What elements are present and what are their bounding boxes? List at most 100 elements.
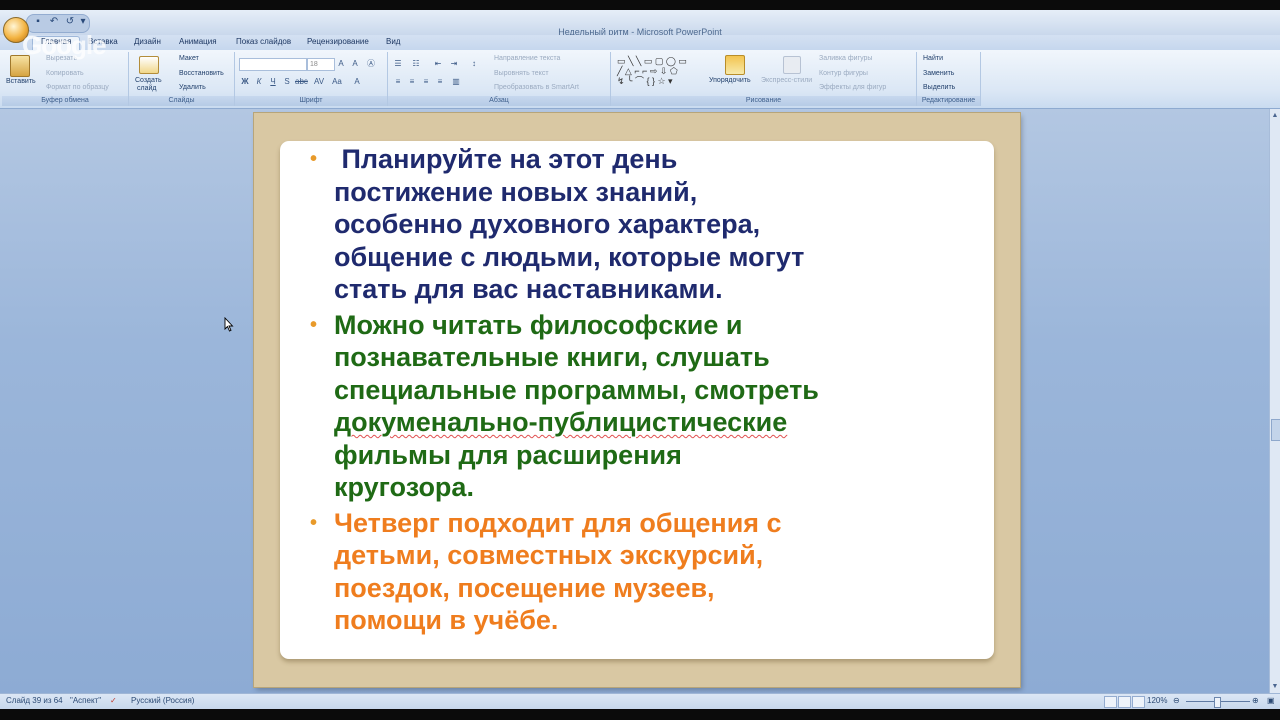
- shadow-icon[interactable]: S: [281, 76, 293, 87]
- save-icon[interactable]: ▪: [31, 15, 45, 29]
- google-watermark: Google: [22, 30, 107, 60]
- quick-styles-icon[interactable]: [783, 56, 801, 74]
- bullet-3-line-2: детьми, совместных экскурсий,: [334, 540, 764, 570]
- decrease-indent-icon[interactable]: ⇤: [432, 58, 444, 69]
- bullet-list: • Планируйте на этот день постижение нов…: [310, 143, 980, 637]
- align-center-icon[interactable]: ≡: [406, 76, 418, 87]
- font-label: Шрифт: [235, 96, 387, 106]
- align-left-icon[interactable]: ≡: [392, 76, 404, 87]
- italic-icon[interactable]: К: [253, 76, 265, 87]
- paste-button[interactable]: Вставить: [6, 78, 36, 85]
- tab-slideshow[interactable]: Показ слайдов: [236, 37, 291, 46]
- clipboard-label: Буфер обмена: [2, 96, 128, 106]
- font-size-field[interactable]: 18: [307, 58, 335, 71]
- scroll-up-icon[interactable]: ▲: [1271, 111, 1279, 120]
- quick-styles-button[interactable]: Экспресс-стили: [761, 77, 812, 84]
- fit-to-window-icon[interactable]: ▣: [1267, 696, 1275, 705]
- numbering-icon[interactable]: ☷: [410, 58, 422, 69]
- bullet-3-line-4: помощи в учёбе.: [334, 605, 559, 635]
- normal-view-icon[interactable]: [1104, 696, 1117, 708]
- text-direction-button[interactable]: Направление текста: [494, 55, 560, 62]
- bullet-1-line-3: особенно духовного характера,: [334, 209, 761, 239]
- slide-sorter-icon[interactable]: [1118, 696, 1131, 708]
- redo-icon[interactable]: ↺: [63, 15, 77, 29]
- smartart-button[interactable]: Преобразовать в SmartArt: [494, 84, 579, 91]
- bullet-dot-icon: •: [310, 313, 318, 336]
- delete-button[interactable]: Удалить: [179, 84, 206, 91]
- grow-font-icon[interactable]: A: [335, 58, 347, 69]
- columns-icon[interactable]: ▥: [450, 76, 462, 87]
- slides-label: Слайды: [129, 96, 234, 106]
- bullet-2-line-5: фильмы для расширения: [334, 439, 682, 470]
- tab-view[interactable]: Вид: [386, 37, 400, 46]
- slide[interactable]: • Планируйте на этот день постижение нов…: [254, 113, 1020, 687]
- bullet-2-line-3: специальные программы, смотреть: [334, 374, 819, 405]
- bullet-item-3: • Четверг подходит для общения с детьми,…: [310, 507, 980, 637]
- vertical-scrollbar[interactable]: ▲ ▼: [1269, 109, 1280, 693]
- shapes-gallery[interactable]: ▭ ╲ ╲ ▭ ▢ ◯ ▭ ╱ △ ⌐ ⌐ ⇨ ⇩ ⬠ ↯ ╰ ⌒ { } ☆ ▾: [617, 56, 687, 86]
- font-group: 18 A A Ⓐ Ж К Ч S abc AV Aa A Шрифт: [235, 52, 388, 106]
- bullet-item-2: • Можно читать философские и познаватель…: [310, 309, 980, 504]
- new-slide-label-2[interactable]: слайд: [137, 85, 156, 92]
- justify-icon[interactable]: ≡: [434, 76, 446, 87]
- editing-group: Найти Заменить Выделить Редактирование: [917, 52, 981, 106]
- zoom-out-icon[interactable]: ⊖: [1173, 696, 1180, 705]
- paragraph-label: Абзац: [388, 96, 610, 106]
- bullet-3-line-3: поездок, посещение музеев,: [334, 572, 715, 603]
- bullets-icon[interactable]: ☰: [392, 58, 404, 69]
- scroll-thumb[interactable]: [1271, 419, 1280, 441]
- copy-button[interactable]: Копировать: [46, 70, 84, 77]
- strikethrough-icon[interactable]: abc: [295, 76, 308, 87]
- dropdown-icon[interactable]: ▾: [79, 15, 87, 29]
- tab-animation[interactable]: Анимация: [179, 37, 217, 46]
- ribbon: Вставить Вырезать Копировать Формат по о…: [0, 50, 1280, 109]
- bullet-1-line-5: стать для вас наставниками.: [334, 274, 723, 304]
- zoom-slider-thumb[interactable]: [1214, 697, 1221, 708]
- zoom-in-icon[interactable]: ⊕: [1252, 696, 1259, 705]
- find-button[interactable]: Найти: [923, 55, 943, 62]
- bullet-1-line-2: постижение новых знаний,: [334, 176, 698, 207]
- bullet-1-line-1: Планируйте на этот день: [334, 144, 678, 174]
- change-case-icon[interactable]: Aa: [331, 76, 343, 87]
- language-indicator[interactable]: Русский (Россия): [131, 696, 194, 705]
- align-text-button[interactable]: Выровнять текст: [494, 70, 549, 77]
- underline-icon[interactable]: Ч: [267, 76, 279, 87]
- bold-icon[interactable]: Ж: [239, 76, 251, 87]
- new-slide-icon[interactable]: [139, 56, 159, 74]
- tab-review[interactable]: Рецензирование: [307, 37, 369, 46]
- arrange-button[interactable]: Упорядочить: [709, 77, 751, 84]
- select-button[interactable]: Выделить: [923, 84, 955, 91]
- replace-button[interactable]: Заменить: [923, 70, 954, 77]
- bullet-dot-icon: •: [310, 148, 318, 170]
- shrink-font-icon[interactable]: A: [349, 58, 361, 69]
- increase-indent-icon[interactable]: ⇥: [448, 58, 460, 69]
- tab-design[interactable]: Дизайн: [134, 37, 161, 46]
- shape-outline-button[interactable]: Контур фигуры: [819, 70, 868, 77]
- slideshow-view-icon[interactable]: [1132, 696, 1145, 708]
- undo-icon[interactable]: ↶: [47, 15, 61, 29]
- font-color-icon[interactable]: A: [351, 76, 363, 87]
- drawing-group: ▭ ╲ ╲ ▭ ▢ ◯ ▭ ╱ △ ⌐ ⌐ ⇨ ⇩ ⬠ ↯ ╰ ⌒ { } ☆ ▾ …: [611, 52, 917, 106]
- bullet-2-line-4: докуменально-публицистические: [334, 407, 788, 437]
- spellcheck-icon[interactable]: ✓: [110, 696, 117, 705]
- reset-button[interactable]: Восстановить: [179, 70, 224, 77]
- mouse-cursor-icon: [224, 316, 234, 332]
- line-spacing-icon[interactable]: ↕: [468, 58, 480, 69]
- zoom-level[interactable]: 120%: [1147, 696, 1167, 705]
- status-bar: Слайд 39 из 64 "Аспект" ✓ Русский (Росси…: [0, 693, 1280, 709]
- bullet-2-line-1: Можно читать философские и: [334, 309, 743, 340]
- slide-content-box[interactable]: • Планируйте на этот день постижение нов…: [280, 141, 994, 659]
- spacing-icon[interactable]: AV: [313, 76, 325, 87]
- shape-fill-button[interactable]: Заливка фигуры: [819, 55, 872, 62]
- new-slide-label-1[interactable]: Создать: [135, 77, 162, 84]
- shape-effects-button[interactable]: Эффекты для фигур: [819, 84, 886, 91]
- arrange-icon[interactable]: [725, 55, 745, 75]
- layout-button[interactable]: Макет: [179, 55, 199, 62]
- format-painter-button[interactable]: Формат по образцу: [46, 84, 109, 91]
- clear-format-icon[interactable]: Ⓐ: [365, 58, 377, 69]
- font-name-field[interactable]: [239, 58, 307, 71]
- slide-counter: Слайд 39 из 64: [6, 696, 63, 705]
- align-right-icon[interactable]: ≡: [420, 76, 432, 87]
- scroll-down-icon[interactable]: ▼: [1271, 682, 1279, 691]
- drawing-label: Рисование: [611, 96, 916, 106]
